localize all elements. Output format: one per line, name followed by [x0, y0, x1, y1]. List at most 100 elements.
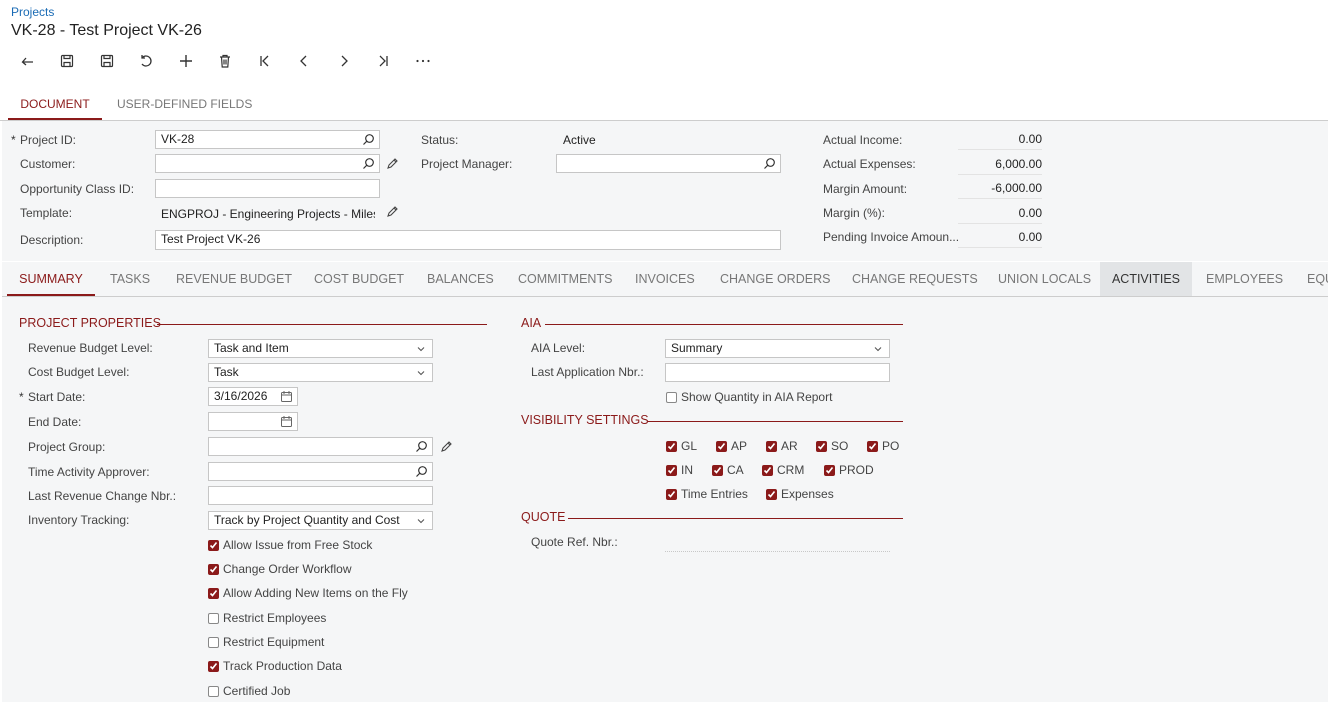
edit-project-group-pencil-icon[interactable]	[440, 440, 453, 453]
breadcrumb[interactable]: Projects	[11, 5, 54, 19]
next-icon[interactable]	[324, 51, 364, 71]
tab-equipment[interactable]: EQU	[1307, 262, 1328, 296]
visibility-time-entries[interactable]: Time Entries	[666, 487, 748, 501]
tab-employees[interactable]: EMPLOYEES	[1206, 262, 1283, 296]
revenue-budget-level-select[interactable]: Task and Item	[208, 339, 433, 358]
visibility-expenses[interactable]: Expenses	[766, 487, 834, 501]
end-date-field[interactable]	[208, 412, 298, 431]
last-application-field[interactable]	[665, 363, 890, 382]
description-label: Description:	[20, 233, 84, 247]
tab-union-locals[interactable]: UNION LOCALS	[998, 262, 1091, 296]
last-revenue-change-field[interactable]	[208, 486, 433, 505]
project-group-field[interactable]	[208, 437, 433, 456]
checkbox-checked[interactable]	[666, 488, 677, 500]
undo-icon[interactable]	[127, 51, 167, 71]
aia-level-select[interactable]: Summary	[665, 339, 890, 358]
visibility-ap[interactable]: AP	[716, 439, 747, 453]
checkbox-checked[interactable]	[208, 539, 219, 551]
back-icon[interactable]	[8, 51, 48, 71]
show-quantity-checkbox[interactable]: Show Quantity in AIA Report	[666, 390, 832, 404]
visibility-prod[interactable]: PROD	[824, 463, 874, 477]
visibility-so[interactable]: SO	[816, 439, 848, 453]
visibility-ca[interactable]: CA	[712, 463, 744, 477]
visibility-po[interactable]: PO	[867, 439, 899, 453]
tab-balances[interactable]: BALANCES	[427, 262, 494, 296]
inventory-tracking-select[interactable]: Track by Project Quantity and Cost	[208, 511, 433, 530]
add-icon[interactable]	[166, 51, 206, 71]
previous-icon[interactable]	[285, 51, 325, 71]
margin-pct-value: 0.00	[958, 205, 1042, 224]
checkbox-checked[interactable]	[208, 660, 219, 672]
description-field[interactable]: Test Project VK-26	[155, 230, 781, 250]
start-date-field[interactable]: 3/16/2026	[208, 387, 298, 406]
tab-revenue-budget[interactable]: REVENUE BUDGET	[176, 262, 292, 296]
tab-commitments[interactable]: COMMITMENTS	[518, 262, 612, 296]
search-icon[interactable]	[763, 157, 776, 170]
checkbox-unchecked[interactable]	[208, 612, 219, 624]
visibility-ca-label: CA	[727, 463, 744, 477]
time-activity-approver-field[interactable]	[208, 462, 433, 481]
visibility-gl[interactable]: GL	[666, 439, 697, 453]
tab-summary[interactable]: SUMMARY	[7, 262, 95, 296]
checkbox-checked[interactable]	[766, 440, 777, 452]
checkbox-checked[interactable]	[208, 563, 219, 575]
visibility-in[interactable]: IN	[666, 463, 693, 477]
checkbox-checked[interactable]	[867, 440, 878, 452]
tab-change-orders[interactable]: CHANGE ORDERS	[720, 262, 830, 296]
checkbox-checked[interactable]	[716, 440, 727, 452]
checkbox-checked[interactable]	[816, 440, 827, 452]
checkbox-checked[interactable]	[666, 464, 677, 476]
checkbox-checked[interactable]	[762, 464, 773, 476]
checkbox-box[interactable]	[666, 391, 677, 403]
checkbox-restrict-equipment[interactable]: Restrict Equipment	[208, 635, 324, 649]
margin-amount-label: Margin Amount:	[823, 182, 908, 196]
calendar-icon[interactable]	[280, 390, 293, 403]
search-icon[interactable]	[415, 465, 428, 478]
edit-customer-pencil-icon[interactable]	[386, 157, 399, 170]
checkbox-track-production-data[interactable]: Track Production Data	[208, 659, 342, 673]
checkbox-allow-issue-from-free-stock[interactable]: Allow Issue from Free Stock	[208, 538, 372, 552]
cost-budget-level-label: Cost Budget Level:	[28, 365, 130, 379]
calendar-icon[interactable]	[280, 415, 293, 428]
checkbox-unchecked[interactable]	[208, 636, 219, 648]
search-icon[interactable]	[415, 440, 428, 453]
template-value[interactable]: ENGPROJ - Engineering Projects - Milest	[161, 207, 375, 221]
save-close-icon[interactable]	[48, 51, 88, 71]
save-icon[interactable]	[87, 51, 127, 71]
tab-document[interactable]: DOCUMENT	[8, 92, 102, 120]
cost-budget-level-select[interactable]: Task	[208, 363, 433, 382]
visibility-ar[interactable]: AR	[766, 439, 798, 453]
customer-field[interactable]	[155, 154, 380, 173]
checkbox-change-order-workflow[interactable]: Change Order Workflow	[208, 562, 352, 576]
customer-label: Customer:	[20, 157, 76, 171]
visibility-gl-label: GL	[681, 439, 698, 453]
visibility-crm[interactable]: CRM	[762, 463, 804, 477]
edit-template-pencil-icon[interactable]	[386, 205, 399, 218]
project-manager-field[interactable]	[556, 154, 781, 173]
first-icon[interactable]	[245, 51, 285, 71]
checkbox-restrict-employees[interactable]: Restrict Employees	[208, 611, 326, 625]
tab-user-defined-fields[interactable]: USER-DEFINED FIELDS	[117, 92, 252, 118]
search-icon[interactable]	[362, 157, 375, 170]
more-icon[interactable]	[403, 51, 443, 71]
checkbox-unchecked[interactable]	[208, 685, 219, 697]
checkbox-certified-job[interactable]: Certified Job	[208, 684, 290, 698]
delete-icon[interactable]	[206, 51, 246, 71]
checkbox-checked[interactable]	[824, 464, 835, 476]
checkbox-checked[interactable]	[766, 488, 777, 500]
checkbox-allow-adding-new-items-on-the-fly[interactable]: Allow Adding New Items on the Fly	[208, 586, 408, 600]
checkbox-checked[interactable]	[208, 587, 219, 599]
section-divider	[568, 518, 903, 519]
search-icon[interactable]	[362, 133, 375, 146]
tab-change-requests[interactable]: CHANGE REQUESTS	[852, 262, 978, 296]
cost-budget-level-value: Task	[214, 365, 239, 379]
checkbox-checked[interactable]	[666, 440, 677, 452]
tab-tasks[interactable]: TASKS	[110, 262, 150, 296]
last-icon[interactable]	[364, 51, 404, 71]
tab-cost-budget[interactable]: COST BUDGET	[314, 262, 404, 296]
checkbox-checked[interactable]	[712, 464, 723, 476]
tab-invoices[interactable]: INVOICES	[635, 262, 695, 296]
opportunity-class-field[interactable]	[155, 179, 380, 198]
tab-activities[interactable]: ACTIVITIES	[1100, 262, 1192, 296]
project-id-field[interactable]: VK-28	[155, 130, 380, 149]
